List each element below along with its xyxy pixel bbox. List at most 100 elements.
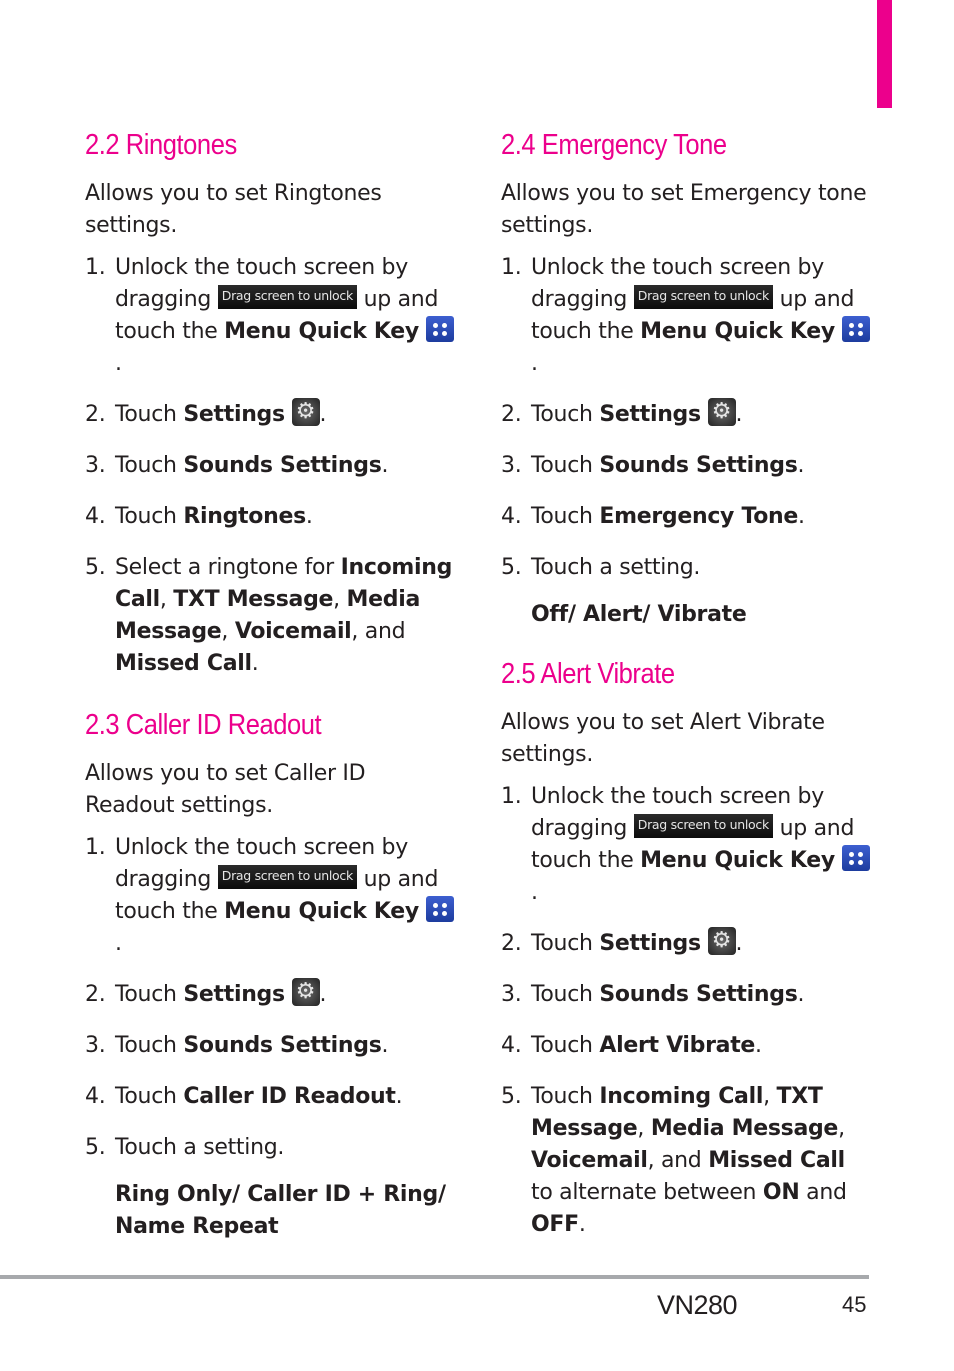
step-text: Touch [531, 453, 593, 478]
chapter-tab-marker [877, 0, 892, 108]
section-title: 2.3 Caller ID Readout [85, 709, 322, 741]
step-number: 3. [85, 453, 106, 478]
settings-gear-icon: ⚙ [707, 398, 736, 426]
step-text: . [115, 351, 122, 376]
step-number: 3. [85, 1033, 106, 1058]
step-text: to alternate between [531, 1180, 757, 1205]
step-keyword: Alert Vibrate [599, 1033, 756, 1058]
menu-quick-key-icon [841, 845, 870, 871]
step-keyword: Menu Quick Key [640, 848, 835, 873]
step-text: , [333, 587, 340, 612]
step-text: Touch [115, 504, 177, 529]
step-keyword: Settings [183, 982, 285, 1007]
step-keyword: Sounds Settings [183, 1033, 382, 1058]
drag-to-unlock-badge: Drag screen to unlock [633, 814, 773, 838]
steps-list: 1. Unlock the touch screen by dragging D… [501, 252, 871, 584]
step-number: 4. [501, 1033, 522, 1058]
step-2: 2. Touch Settings ⚙. [85, 398, 455, 431]
step-1: 1. Unlock the touch screen by dragging D… [501, 252, 871, 380]
section-ringtones: 2.2 Ringtones Allows you to set Ringtone… [85, 126, 455, 680]
section-title: 2.2 Ringtones [85, 129, 237, 161]
section-title: 2.4 Emergency Tone [501, 129, 727, 161]
settings-gear-icon: ⚙ [291, 978, 320, 1006]
step-keyword: Sounds Settings [183, 453, 382, 478]
step-keyword: TXT Message [173, 587, 334, 612]
step-text: Touch [531, 931, 593, 956]
step-text: Touch [531, 504, 593, 529]
step-text: , and [647, 1148, 702, 1173]
step-text: Touch [531, 402, 593, 427]
step-keyword: Caller ID Readout [183, 1084, 396, 1109]
section-caller-id-readout: 2.3 Caller ID Readout Allows you to set … [85, 706, 455, 1243]
step-keyword: ON [762, 1180, 800, 1205]
settings-gear-icon: ⚙ [291, 398, 320, 426]
steps-list: 1. Unlock the touch screen by dragging D… [501, 781, 871, 1241]
step-3: 3. Touch Sounds Settings. [501, 979, 871, 1011]
step-number: 2. [501, 402, 522, 427]
step-3: 3. Touch Sounds Settings. [85, 1030, 455, 1062]
step-text: . [381, 1033, 389, 1058]
step-keyword: Missed Call [115, 651, 252, 676]
step-keyword: Voicemail [234, 619, 352, 644]
step-text: Touch a setting. [531, 555, 701, 580]
step-number: 1. [85, 835, 106, 860]
drag-to-unlock-badge: Drag screen to unlock [217, 865, 357, 889]
page-number: 45 [842, 1292, 867, 1317]
step-text: Touch [531, 1033, 593, 1058]
step-number: 1. [501, 784, 522, 809]
section-emergency-tone: 2.4 Emergency Tone Allows you to set Eme… [501, 126, 871, 631]
step-text: . [755, 1033, 762, 1058]
step-text: . [319, 402, 327, 427]
menu-quick-key-icon [425, 896, 454, 922]
step-number: 4. [85, 504, 106, 529]
step-text: Touch [531, 1084, 593, 1109]
step-2: 2. Touch Settings ⚙. [501, 927, 871, 960]
step-number: 5. [85, 1135, 106, 1160]
step-text: Touch [115, 402, 177, 427]
step-text: , [838, 1116, 845, 1141]
step-text: Touch [115, 1084, 177, 1109]
step-text: . [797, 982, 805, 1007]
step-4: 4. Touch Caller ID Readout. [85, 1081, 455, 1113]
step-keyword: Menu Quick Key [224, 899, 419, 924]
section-description: Allows you to set Ringtones settings. [85, 181, 382, 238]
step-keyword: Ringtones [183, 504, 306, 529]
step-text: Touch a setting. [115, 1135, 285, 1160]
step-keyword: Settings [599, 931, 701, 956]
step-text: , and [351, 619, 406, 644]
step-keyword: Menu Quick Key [640, 319, 835, 344]
step-text: . [735, 931, 743, 956]
step-keyword: Incoming Call [599, 1084, 764, 1109]
step-1: 1. Unlock the touch screen by dragging D… [85, 252, 455, 380]
step-3: 3. Touch Sounds Settings. [501, 450, 871, 482]
step-keyword: Media Message [650, 1116, 839, 1141]
step-5: 5. Touch Incoming Call, TXT Message, Med… [501, 1081, 871, 1241]
step-text: , [159, 587, 167, 612]
step-text: , [763, 1084, 770, 1109]
step-number: 2. [85, 982, 106, 1007]
step-text: . [797, 453, 805, 478]
step-keyword: Sounds Settings [599, 982, 798, 1007]
step-text: . [395, 1084, 403, 1109]
step-text: . [319, 982, 327, 1007]
step-text: . [251, 651, 259, 676]
drag-to-unlock-badge: Drag screen to unlock [633, 285, 773, 309]
step-keyword: Emergency Tone [599, 504, 799, 529]
section-alert-vibrate: 2.5 Alert Vibrate Allows you to set Aler… [501, 655, 871, 1241]
step-text: . [578, 1212, 586, 1237]
step-number: 2. [501, 931, 522, 956]
step-number: 1. [85, 255, 106, 280]
step-keyword: Missed Call [708, 1148, 845, 1173]
step-text: Touch [531, 982, 593, 1007]
menu-quick-key-icon [841, 316, 870, 342]
step-keyword: Voicemail [531, 1148, 648, 1173]
drag-to-unlock-badge: Drag screen to unlock [217, 285, 357, 309]
step-text: . [381, 453, 389, 478]
step-number: 5. [501, 1084, 522, 1109]
step-2: 2. Touch Settings ⚙. [501, 398, 871, 431]
step-number: 2. [85, 402, 106, 427]
footer-divider [0, 1275, 869, 1279]
step-5: 5. Touch a setting. [85, 1132, 455, 1164]
setting-options: Ring Only/ Caller ID + Ring/ Name Repeat [115, 1182, 446, 1239]
step-text: , [637, 1116, 645, 1141]
